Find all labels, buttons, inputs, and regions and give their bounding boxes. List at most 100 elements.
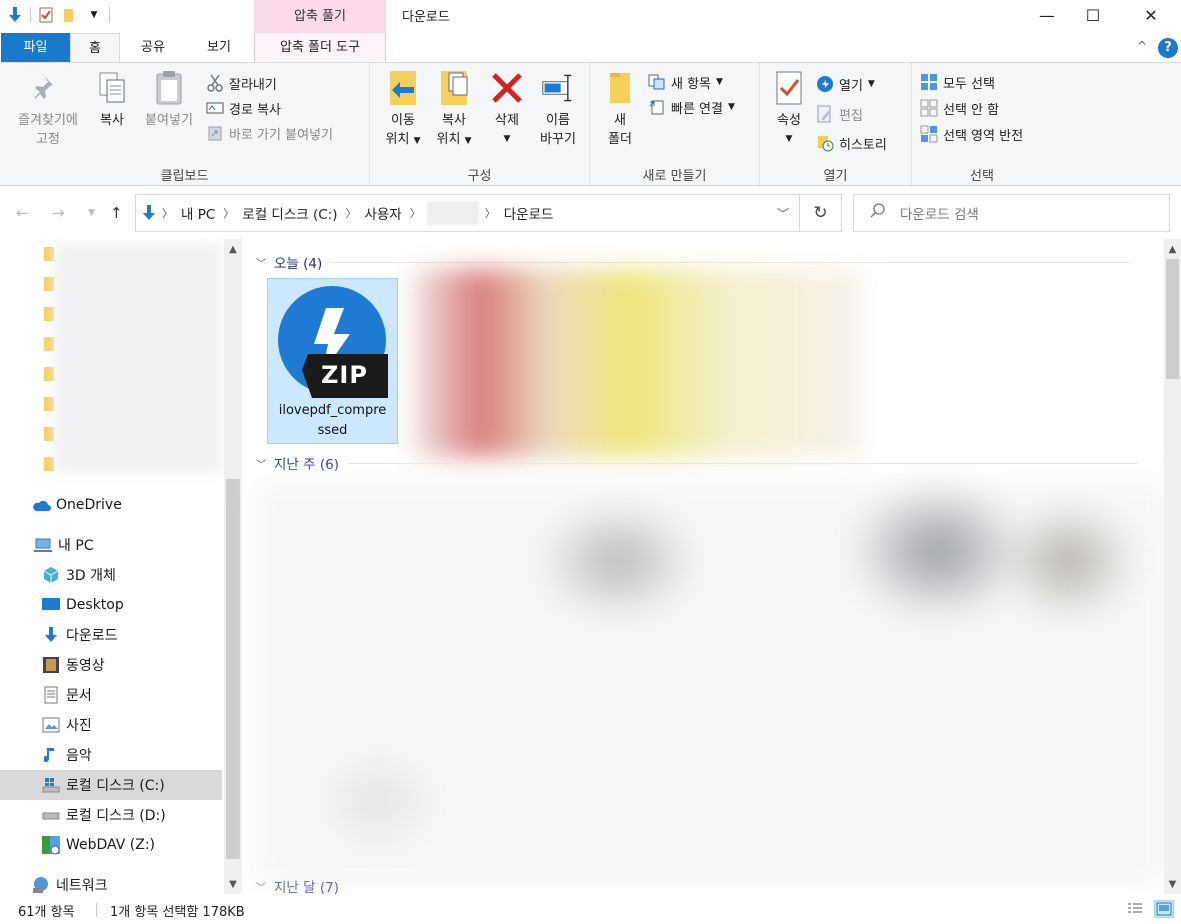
nav-item-this-pc[interactable]: 내 PC	[0, 530, 222, 560]
breadcrumb-separator[interactable]: 〉	[483, 205, 498, 221]
address-history-chevron-icon[interactable]: ﹀	[777, 205, 789, 222]
file-list-scroll-thumb[interactable]	[1166, 259, 1179, 379]
folder-icon[interactable]	[44, 427, 54, 441]
maximize-button[interactable]: ☐	[1070, 0, 1116, 30]
folder-icon[interactable]	[44, 457, 54, 471]
move-to-button[interactable]: 이동 위치 ▼	[376, 69, 430, 151]
nav-item-3d-objects[interactable]: 3D 개체	[0, 560, 222, 590]
open-button[interactable]: 열기 ▼	[816, 73, 875, 95]
breadcrumb-users[interactable]: 사용자	[358, 203, 407, 223]
folder-icon[interactable]	[44, 247, 54, 261]
context-tab-extract[interactable]: 압축 풀기	[254, 0, 386, 33]
group-header-last-month[interactable]: ﹀ 지난 달 (7)	[256, 876, 339, 896]
properties-button[interactable]: 속성 ▼	[768, 69, 810, 149]
edit-button[interactable]: 편집	[816, 103, 863, 125]
close-button[interactable]: ✕	[1128, 0, 1174, 30]
redacted-folder-names	[54, 243, 222, 473]
refresh-button[interactable]: ↻	[800, 194, 842, 232]
details-view-button[interactable]	[1125, 900, 1145, 918]
nav-pane-scrollbar[interactable]: ▲ ▼	[224, 239, 242, 894]
nav-item-documents[interactable]: 문서	[0, 680, 222, 710]
rename-button[interactable]: 이름 바꾸기	[530, 69, 586, 149]
breadcrumb-separator[interactable]: 〉	[160, 205, 175, 221]
folder-icon[interactable]	[44, 397, 54, 411]
file-list-area[interactable]: ﹀ 오늘 (4) ZIP ilovepdf_compre ssed ﹀ 지난 주…	[242, 239, 1164, 896]
group-header-last-week[interactable]: ﹀ 지난 주 (6)	[256, 453, 1137, 473]
invert-selection-button[interactable]: 선택 영역 반전	[920, 123, 1023, 145]
folder-icon[interactable]	[44, 307, 54, 321]
history-button[interactable]: 히스토리	[816, 132, 887, 154]
nav-item-onedrive[interactable]: OneDrive	[0, 490, 222, 520]
redacted-files-today	[413, 269, 862, 457]
paste-shortcut-button[interactable]: 바로 가기 붙여넣기	[206, 122, 333, 144]
copy-button[interactable]: 복사	[92, 69, 132, 130]
help-button[interactable]: ?	[1158, 38, 1178, 58]
breadcrumb-separator[interactable]: 〉	[221, 205, 236, 221]
chevron-down-icon[interactable]: ﹀	[256, 879, 266, 894]
breadcrumb-username-redacted[interactable]	[426, 201, 479, 225]
new-folder-icon[interactable]	[61, 5, 79, 25]
file-tile-ilovepdf-compressed[interactable]: ZIP ilovepdf_compre ssed	[267, 278, 398, 444]
collapse-ribbon-button[interactable]: ^	[1137, 39, 1147, 53]
paste-shortcut-label: 바로 가기 붙여넣기	[229, 127, 333, 143]
chevron-down-icon[interactable]: ﹀	[256, 255, 266, 270]
folder-icon[interactable]	[44, 367, 54, 381]
nav-item-label: 사진	[66, 718, 92, 734]
quick-access-toolbar: ▼	[6, 5, 110, 25]
new-folder-button[interactable]: 새 폴더	[598, 69, 642, 149]
folder-icon[interactable]	[44, 277, 54, 291]
copy-path-button[interactable]: 경로 복사	[206, 97, 281, 119]
large-icons-view-button[interactable]	[1154, 900, 1174, 918]
nav-item-desktop[interactable]: Desktop	[0, 590, 222, 620]
tab-compressed-folder-tools[interactable]: 압축 폴더 도구	[254, 33, 386, 62]
nav-pane-scroll-thumb[interactable]	[226, 479, 240, 859]
nav-item-downloads[interactable]: 다운로드	[0, 620, 222, 650]
nav-item-music[interactable]: 음악	[0, 740, 222, 770]
select-none-button[interactable]: 선택 안 함	[920, 97, 999, 119]
new-folder-icon	[603, 69, 637, 107]
nav-item-local-disk-d[interactable]: 로컬 디스크 (D:)	[0, 800, 222, 830]
select-all-label: 모두 선택	[943, 76, 995, 92]
chevron-down-icon[interactable]: ﹀	[256, 456, 266, 471]
tab-view[interactable]: 보기	[186, 33, 252, 62]
breadcrumb-this-pc[interactable]: 내 PC	[175, 203, 221, 223]
breadcrumb-downloads[interactable]: 다운로드	[498, 203, 560, 223]
folder-icon[interactable]	[44, 337, 54, 351]
minimize-button[interactable]: —	[1024, 0, 1070, 30]
recent-locations-chevron-icon[interactable]: ▼	[88, 208, 95, 218]
tab-share[interactable]: 공유	[120, 33, 186, 62]
select-all-button[interactable]: 모두 선택	[920, 71, 995, 93]
tab-file[interactable]: 파일	[1, 33, 70, 62]
copy-to-button[interactable]: 복사 위치 ▼	[426, 69, 482, 151]
address-bar[interactable]: 〉 내 PC 〉 로컬 디스크 (C:) 〉 사용자 〉 〉 다운로드 ﹀	[135, 194, 800, 232]
nav-item-webdav-z[interactable]: WebDAV (Z:)	[0, 830, 222, 860]
scroll-down-arrow-icon[interactable]: ▼	[1164, 876, 1181, 894]
nav-item-pictures[interactable]: 사진	[0, 710, 222, 740]
chevron-down-icon[interactable]: ▼	[85, 5, 103, 25]
breadcrumb-separator[interactable]: 〉	[343, 205, 358, 221]
delete-button[interactable]: 삭제 ▼	[486, 69, 528, 149]
nav-item-local-disk-c[interactable]: 로컬 디스크 (C:)	[0, 770, 222, 800]
up-arrow-icon[interactable]: ↑	[110, 204, 123, 222]
back-arrow-icon[interactable]: ←	[16, 204, 29, 222]
pin-to-quick-access-button[interactable]: 즐겨찾기에 고정	[6, 69, 90, 149]
scroll-up-arrow-icon[interactable]: ▲	[224, 241, 242, 259]
breadcrumb-local-disk-c[interactable]: 로컬 디스크 (C:)	[236, 203, 343, 223]
paste-button[interactable]: 붙여넣기	[138, 69, 200, 130]
new-item-button[interactable]: 새 항목 ▼	[648, 71, 723, 93]
cut-button[interactable]: 잘라내기	[206, 72, 277, 94]
open-arrow-icon	[816, 75, 834, 93]
tab-home[interactable]: 홈	[70, 33, 120, 63]
nav-item-videos[interactable]: 동영상	[0, 650, 222, 680]
download-arrow-icon[interactable]	[6, 5, 24, 25]
scroll-up-arrow-icon[interactable]: ▲	[1164, 241, 1181, 259]
large-icons-view-icon	[1156, 902, 1172, 916]
breadcrumb-separator[interactable]: 〉	[408, 205, 423, 221]
easy-access-button[interactable]: 빠른 연결 ▼	[648, 96, 735, 118]
properties-check-icon[interactable]	[37, 5, 55, 25]
search-box[interactable]: 다운로드 검색	[853, 194, 1170, 232]
forward-arrow-icon[interactable]: →	[52, 204, 65, 222]
scroll-down-arrow-icon[interactable]: ▼	[224, 876, 242, 894]
paste-shortcut-icon	[206, 124, 224, 142]
file-list-scrollbar[interactable]: ▲ ▼	[1164, 239, 1181, 894]
